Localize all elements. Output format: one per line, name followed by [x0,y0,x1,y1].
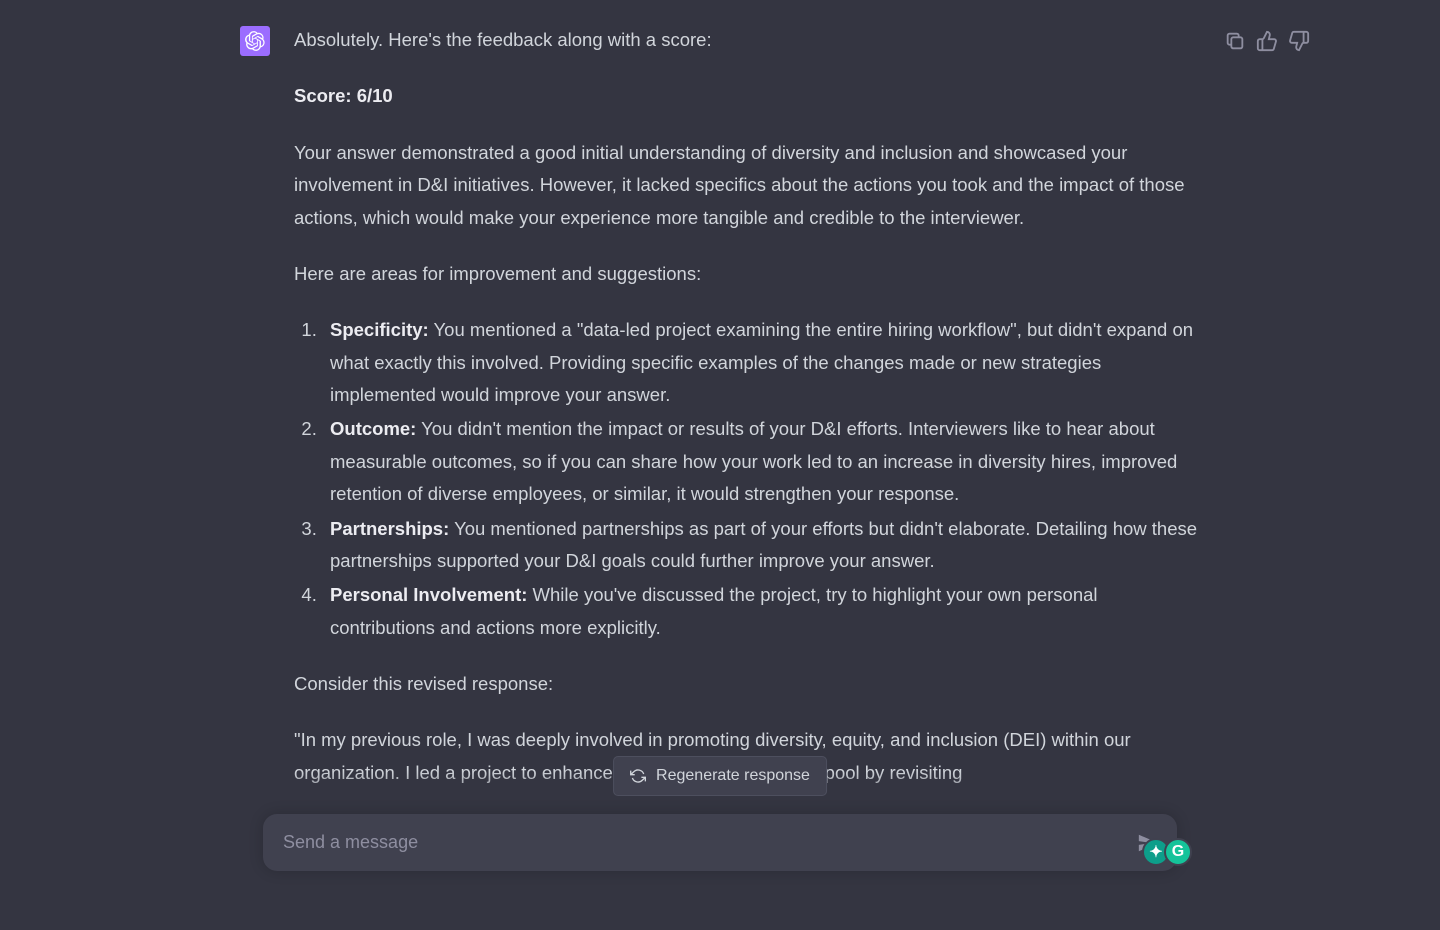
message-input[interactable] [283,832,1121,853]
score-label: Score: 6/10 [294,85,393,106]
grammarly-main-badge[interactable]: G [1164,838,1192,866]
openai-icon [245,31,265,51]
copy-icon[interactable] [1224,30,1246,52]
item-label: Outcome: [330,418,416,439]
assistant-message: Absolutely. Here's the feedback along wi… [0,0,1440,837]
list-item: Partnerships: You mentioned partnerships… [322,513,1200,578]
assistant-avatar [240,26,270,56]
message-inner: Absolutely. Here's the feedback along wi… [240,24,1200,813]
regenerate-label: Regenerate response [656,767,810,785]
message-actions [1224,30,1310,52]
item-text: You mentioned partnerships as part of yo… [330,518,1197,571]
intro-text: Absolutely. Here's the feedback along wi… [294,24,1200,56]
consider-text: Consider this revised response: [294,668,1200,700]
feedback-paragraph: Your answer demonstrated a good initial … [294,137,1200,234]
refresh-icon [630,768,646,784]
regenerate-button[interactable]: Regenerate response [613,756,827,796]
item-label: Personal Involvement: [330,584,527,605]
thumbs-down-icon[interactable] [1288,30,1310,52]
message-text: Absolutely. Here's the feedback along wi… [294,24,1200,813]
item-label: Partnerships: [330,518,449,539]
improvement-list: Specificity: You mentioned a "data-led p… [294,314,1200,644]
item-text: You mentioned a "data-led project examin… [330,319,1193,405]
message-input-container[interactable] [263,814,1177,871]
thumbs-up-icon[interactable] [1256,30,1278,52]
item-label: Specificity: [330,319,429,340]
list-item: Specificity: You mentioned a "data-led p… [322,314,1200,411]
score-line: Score: 6/10 [294,80,1200,112]
grammarly-badges: ✦ G [1142,838,1192,866]
improvement-intro: Here are areas for improvement and sugge… [294,258,1200,290]
list-item: Personal Involvement: While you've discu… [322,579,1200,644]
list-item: Outcome: You didn't mention the impact o… [322,413,1200,510]
item-text: You didn't mention the impact or results… [330,418,1177,504]
